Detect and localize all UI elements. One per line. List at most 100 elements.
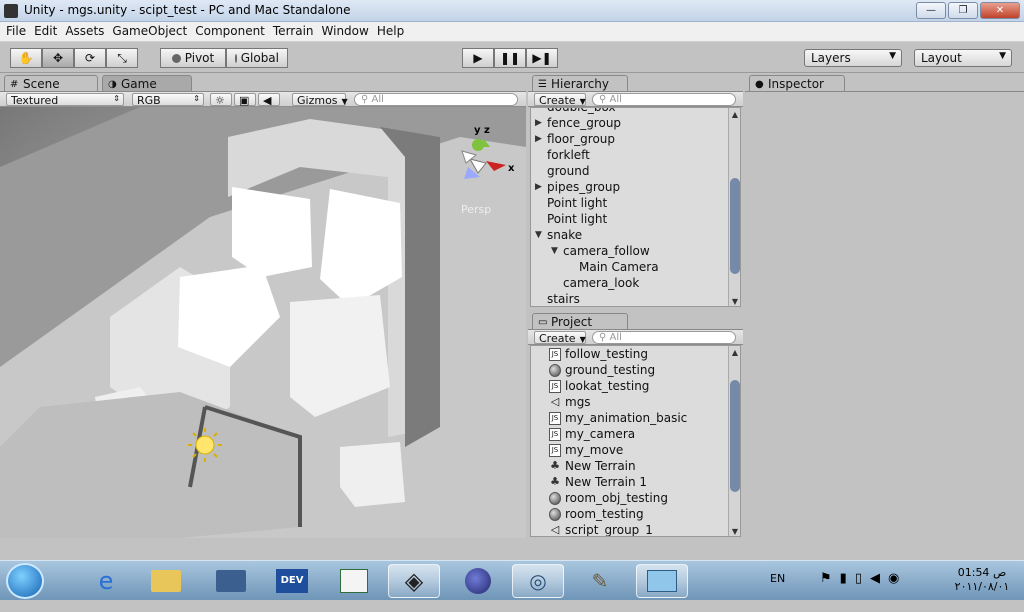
image-toggle[interactable]: ▣ (234, 93, 256, 107)
rotate-tool-button[interactable]: ⟳ (74, 48, 106, 68)
axis-x-label: x (508, 163, 515, 174)
globe-icon[interactable]: ◉ (888, 571, 899, 611)
color-mode-dropdown[interactable]: RGB ⇕ (132, 93, 204, 107)
step-button[interactable]: ▶❚ (526, 48, 558, 68)
close-button[interactable]: ✕ (980, 2, 1020, 19)
project-item-label: New Terrain 1 (565, 475, 648, 489)
hierarchy-item[interactable]: ▶ pipes_group (535, 180, 620, 196)
scene-search-input[interactable]: ⚲ All (354, 93, 518, 106)
hierarchy-item[interactable]: camera_look (563, 276, 639, 292)
taskbar-ie[interactable]: e (80, 564, 132, 598)
taskbar-gimp[interactable]: ✎ (574, 564, 626, 598)
collapsed-arrow-icon[interactable]: ▶ (535, 134, 542, 144)
taskbar-explorer[interactable] (140, 564, 192, 598)
render-mode-dropdown[interactable]: Textured ⇕ (6, 93, 124, 107)
clock[interactable]: 01:54 ص ٢٠١١/٠٨/٠١ (952, 566, 1012, 606)
project-item-label: mgs (565, 395, 591, 409)
scroll-up-icon[interactable]: ▲ (729, 348, 740, 357)
global-icon (235, 53, 237, 63)
play-button[interactable]: ▶ (462, 48, 494, 68)
scroll-down-icon[interactable]: ▼ (729, 527, 740, 536)
device-icon[interactable]: ▯ (855, 571, 862, 611)
hierarchy-item[interactable]: ▼ camera_follow (551, 244, 650, 260)
audio-toggle[interactable]: ◀ (258, 93, 280, 107)
taskbar-keyboard[interactable] (205, 564, 257, 598)
hierarchy-item[interactable]: forkleft (547, 148, 590, 164)
layout-dropdown[interactable]: Layout ▼ (914, 49, 1012, 67)
global-toggle[interactable]: Global (226, 48, 288, 68)
menu-file[interactable]: File (4, 22, 32, 41)
language-indicator[interactable]: EN (770, 572, 785, 612)
chevron-down-icon: ▼ (579, 335, 586, 344)
hierarchy-item[interactable]: ground (547, 164, 589, 180)
hierarchy-item[interactable]: stairs (547, 292, 580, 306)
hierarchy-item[interactable]: Main Camera (579, 260, 659, 276)
tab-hierarchy[interactable]: ☰ Hierarchy (532, 75, 628, 92)
hierarchy-scrollbar[interactable]: ▲ ▼ (728, 108, 740, 306)
network-bars-icon[interactable]: ▮ (840, 571, 847, 611)
menu-gameobject[interactable]: GameObject (110, 22, 193, 41)
keyboard-icon (216, 570, 246, 592)
project-search-input[interactable]: ⚲ All (592, 331, 736, 344)
hierarchy-item[interactable]: double_box (547, 108, 616, 116)
gizmos-dropdown[interactable]: Gizmos ▼ (292, 93, 348, 107)
scale-tool-button[interactable]: ⤡ (106, 48, 138, 68)
chevron-down-icon: ▼ (999, 51, 1006, 61)
collapsed-arrow-icon[interactable]: ▶ (535, 118, 542, 128)
move-tool-button[interactable]: ✥ (42, 48, 74, 68)
hierarchy-item[interactable]: ▶ fence_group (535, 116, 621, 132)
clock-time: 01:54 ص (957, 566, 1007, 579)
project-create-button[interactable]: Create ▼ (534, 331, 586, 345)
taskbar-devcpp[interactable]: DEV (266, 564, 318, 598)
terrain-icon: ♣ (550, 459, 560, 472)
pause-button[interactable]: ❚❚ (494, 48, 526, 68)
hierarchy-item[interactable]: Point light (547, 196, 607, 212)
axis-z-label: z (484, 125, 490, 136)
tab-scene[interactable]: # Scene (4, 75, 98, 92)
taskbar-unity[interactable]: ◈ (388, 564, 440, 598)
unity-icon: ◁ (550, 395, 560, 408)
menu-edit[interactable]: Edit (32, 22, 63, 41)
point-light-icon (195, 435, 215, 455)
hierarchy-scroll-thumb[interactable] (730, 178, 740, 274)
start-button[interactable] (6, 563, 44, 599)
list-icon: ☰ (538, 79, 547, 90)
speaker-icon[interactable]: ◀ (870, 571, 880, 611)
menu-component[interactable]: Component (193, 22, 271, 41)
hierarchy-create-button[interactable]: Create ▼ (534, 93, 586, 107)
menu-assets[interactable]: Assets (63, 22, 110, 41)
taskbar-eclipse[interactable] (452, 564, 504, 598)
project-scrollbar[interactable]: ▲ ▼ (728, 346, 740, 536)
menu-window[interactable]: Window (320, 22, 375, 41)
tab-project[interactable]: ▭ Project (532, 313, 628, 330)
game-icon: ◑ (108, 79, 117, 90)
window-title: Unity - mgs.unity - scipt_test - PC and … (24, 3, 351, 17)
expanded-arrow-icon[interactable]: ▼ (551, 246, 558, 256)
hand-tool-button[interactable]: ✋ (10, 48, 42, 68)
layers-dropdown[interactable]: Layers ▼ (804, 49, 902, 67)
scroll-down-icon[interactable]: ▼ (729, 297, 740, 306)
menu-terrain[interactable]: Terrain (271, 22, 320, 41)
taskbar-image-viewer[interactable] (636, 564, 688, 598)
hand-icon: ✋ (18, 51, 34, 65)
expanded-arrow-icon[interactable]: ▼ (535, 230, 542, 240)
flag-icon[interactable]: ⚑ (820, 571, 832, 611)
scene-control-bar: Textured ⇕ RGB ⇕ ☼ ▣ ◀ Gizmos ▼ ⚲ All (0, 91, 526, 107)
project-scroll-thumb[interactable] (730, 380, 740, 492)
menu-help[interactable]: Help (375, 22, 410, 41)
taskbar-document[interactable] (328, 564, 380, 598)
taskbar-app[interactable]: ◎ (512, 564, 564, 598)
collapsed-arrow-icon[interactable]: ▶ (535, 182, 542, 192)
scroll-up-icon[interactable]: ▲ (729, 110, 740, 119)
tab-inspector[interactable]: ● Inspector (749, 75, 845, 92)
hierarchy-item[interactable]: Point light (547, 212, 607, 228)
tab-game[interactable]: ◑ Game (102, 75, 192, 92)
lighting-toggle[interactable]: ☼ (210, 93, 232, 107)
hierarchy-item[interactable]: ▶ floor_group (535, 132, 615, 148)
pivot-toggle[interactable]: Pivot (160, 48, 226, 68)
hierarchy-item[interactable]: ▼ snake (535, 228, 582, 244)
minimize-button[interactable]: — (916, 2, 946, 19)
scene-viewport[interactable]: y z x Persp (0, 107, 526, 538)
hierarchy-search-input[interactable]: ⚲ All (592, 93, 736, 106)
maximize-button[interactable]: ❐ (948, 2, 978, 19)
